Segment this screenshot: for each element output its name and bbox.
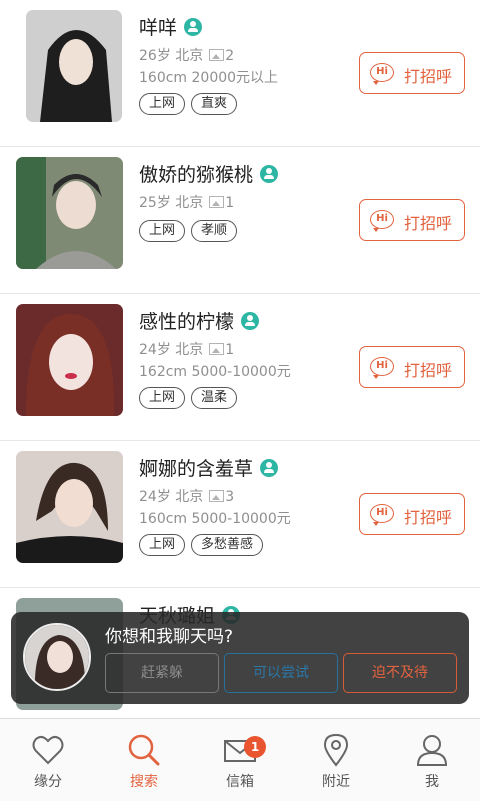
- profile-height-income: 162cm 5000-10000元: [139, 364, 291, 380]
- profile-tags: 上网 多愁善感: [139, 533, 269, 556]
- tab-nearby[interactable]: 附近: [288, 719, 384, 801]
- profile-avatar[interactable]: [16, 451, 123, 563]
- profile-name: 咩咩: [139, 13, 203, 40]
- dodge-button[interactable]: 赶紧躲: [105, 653, 219, 693]
- profile-name: 感性的柠檬: [139, 307, 260, 334]
- verified-icon: [260, 165, 279, 183]
- profile-meta: 24岁 北京 3: [139, 489, 235, 505]
- user-icon: [416, 735, 448, 766]
- profile-avatar[interactable]: [26, 10, 122, 122]
- profile-card[interactable]: 感性的柠檬 24岁 北京 1 162cm 5000-10000元 上网 温柔 Hi 打…: [0, 294, 480, 441]
- profile-name: 婀娜的含羞草: [139, 454, 279, 481]
- photo-icon: [209, 196, 225, 208]
- heart-icon: [32, 735, 64, 765]
- tag: 温柔: [191, 387, 238, 409]
- profile-avatar[interactable]: [16, 304, 123, 416]
- tag: 多愁善感: [191, 534, 264, 556]
- try-button[interactable]: 可以尝试: [224, 653, 338, 693]
- profile-name: 傲娇的猕猴桃: [139, 160, 279, 187]
- greet-button[interactable]: Hi 打招呼: [359, 493, 465, 535]
- tag: 上网: [139, 220, 186, 242]
- popup-title: 你想和我聊天吗?: [105, 627, 234, 647]
- profile-meta: 24岁 北京 1: [139, 342, 235, 358]
- tag: 直爽: [191, 93, 238, 115]
- profile-card[interactable]: 婀娜的含羞草 24岁 北京 3 160cm 5000-10000元 上网 多愁善感 …: [0, 441, 480, 588]
- greet-button[interactable]: Hi 打招呼: [359, 52, 465, 94]
- tab-fate[interactable]: 缘分: [0, 719, 96, 801]
- profile-list[interactable]: 咩咩 26岁 北京 2 160cm 20000元以上 上网 直爽 Hi 打招呼 傲娇的…: [0, 0, 480, 718]
- eager-button[interactable]: 迫不及待: [343, 653, 457, 693]
- popup-avatar[interactable]: [23, 623, 91, 691]
- profile-tags: 上网 直爽: [139, 92, 243, 115]
- photo-icon: [209, 343, 225, 355]
- greet-button[interactable]: Hi 打招呼: [359, 199, 465, 241]
- tab-search[interactable]: 搜索: [96, 719, 192, 801]
- hi-bubble-icon: Hi: [370, 210, 394, 232]
- photo-icon: [209, 49, 225, 61]
- tab-me[interactable]: 我: [384, 719, 480, 801]
- profile-height-income: 160cm 20000元以上: [139, 70, 279, 86]
- tab-mailbox[interactable]: 1 信箱: [192, 719, 288, 801]
- photo-icon: [209, 490, 225, 502]
- bottom-tab-bar: 缘分 搜索 1 信箱 附近 我: [0, 718, 480, 801]
- profile-meta: 25岁 北京 1: [139, 195, 235, 211]
- tag: 孝顺: [191, 220, 238, 242]
- hi-bubble-icon: Hi: [370, 63, 394, 85]
- greet-button[interactable]: Hi 打招呼: [359, 346, 465, 388]
- search-icon: [128, 734, 160, 766]
- profile-card[interactable]: 咩咩 26岁 北京 2 160cm 20000元以上 上网 直爽 Hi 打招呼: [0, 0, 480, 147]
- verified-icon: [184, 18, 203, 36]
- profile-avatar[interactable]: [16, 157, 123, 269]
- unread-badge: 1: [244, 736, 266, 758]
- tag: 上网: [139, 534, 186, 556]
- profile-card[interactable]: 傲娇的猕猴桃 25岁 北京 1 上网 孝顺 Hi 打招呼: [0, 147, 480, 294]
- location-icon: [323, 733, 349, 767]
- profile-height-income: 160cm 5000-10000元: [139, 511, 291, 527]
- profile-tags: 上网 孝顺: [139, 219, 243, 242]
- chat-invite-popup: 你想和我聊天吗? 赶紧躲 可以尝试 迫不及待: [11, 612, 469, 704]
- profile-meta: 26岁 北京 2: [139, 48, 235, 64]
- hi-bubble-icon: Hi: [370, 504, 394, 526]
- verified-icon: [260, 459, 279, 477]
- tag: 上网: [139, 387, 186, 409]
- hi-bubble-icon: Hi: [370, 357, 394, 379]
- tag: 上网: [139, 93, 186, 115]
- verified-icon: [241, 312, 260, 330]
- profile-tags: 上网 温柔: [139, 386, 243, 409]
